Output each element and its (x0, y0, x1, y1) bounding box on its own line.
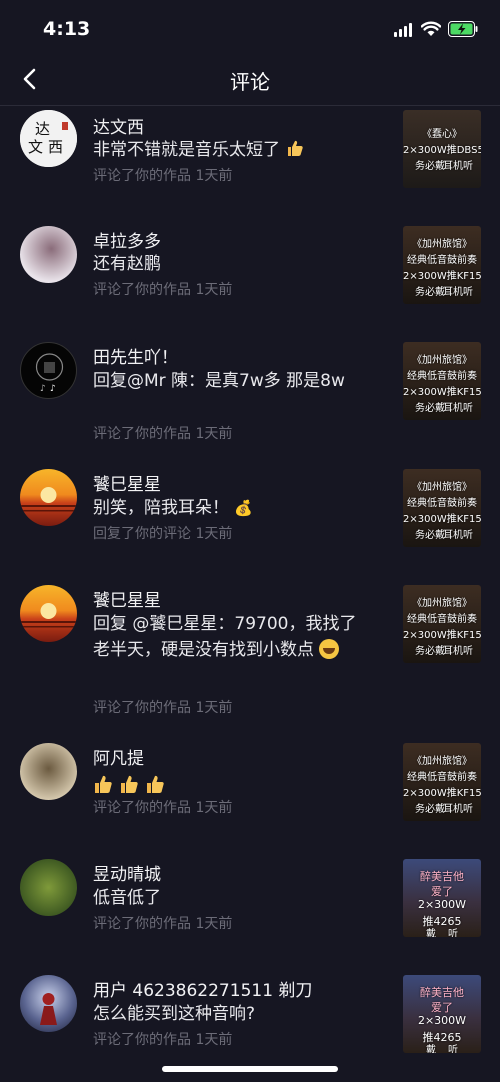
video-thumbnail[interactable]: 《加州旅馆》 经典低音鼓前奏 2×300W推KF1503 务必戴 耳机听 (403, 226, 481, 304)
avatar[interactable] (20, 585, 77, 642)
comment-meta: 评论了你的作品 1天前 (93, 168, 233, 184)
avatar[interactable] (20, 743, 77, 800)
list-item[interactable]: 阿凡提 评论了你的作品 1天前 《加州旅馆》 经典低音鼓前奏 2×300W推KF… (0, 737, 500, 853)
battery-charging-icon (448, 21, 478, 37)
laughing-emoji-icon (319, 639, 340, 659)
comments-screen: 4:13 评论 达 文 西 达文西 非常不错就是音乐太短了 评论了你的作品 1天… (0, 0, 500, 1082)
comment-meta: 评论了你的作品 1天前 (93, 800, 233, 816)
comment-meta: 回复了你的评论 1天前 (93, 526, 233, 542)
list-item[interactable]: 卓拉多多 还有赵鹏 评论了你的作品 1天前 《加州旅馆》 经典低音鼓前奏 2×3… (0, 219, 500, 335)
avatar[interactable]: ♪ ♪ (20, 342, 77, 399)
list-item[interactable]: ♪ ♪ 田先生吖！ 回复@Mr 陳：是真7w多 那是8w 评论了你的作品 1天前… (0, 335, 500, 463)
nav-bar: 评论 (0, 52, 500, 106)
username[interactable]: 达文西 (93, 113, 144, 138)
comment-text: 回复@Mr 陳：是真7w多 那是8w (93, 371, 345, 391)
comment-text: 怎么能买到这种音响? (93, 1004, 256, 1024)
comment-meta: 评论了你的作品 1天前 (93, 700, 233, 716)
video-thumbnail[interactable]: 醉美吉他 爱了 2×300W 推4265 戴 听 (403, 859, 481, 937)
avatar-sunset-image (20, 603, 77, 628)
svg-text:文: 文 (28, 138, 43, 156)
video-thumbnail[interactable]: 《加州旅馆》 经典低音鼓前奏 2×300W推KF1503 务必戴 耳机听 (403, 342, 481, 420)
video-thumbnail[interactable]: 醉美吉他 爱了 2×300W 推4265 戴 听 (403, 975, 481, 1053)
comment-meta: 评论了你的作品 1天前 (93, 916, 233, 932)
status-time: 4:13 (43, 18, 91, 40)
avatar[interactable] (20, 469, 77, 526)
svg-text:西: 西 (48, 138, 63, 156)
home-indicator[interactable] (162, 1066, 338, 1072)
status-bar: 4:13 (0, 0, 500, 52)
username[interactable]: 饕巳星星 (93, 470, 161, 495)
page-title: 评论 (230, 70, 270, 94)
avatar[interactable] (20, 226, 77, 283)
avatar-figure-image (40, 993, 57, 1025)
wifi-icon (421, 21, 441, 36)
thumbs-up-emoji-icon (95, 775, 164, 793)
comment-meta: 评论了你的作品 1天前 (93, 426, 233, 442)
username[interactable]: 阿凡提 (93, 744, 144, 769)
avatar[interactable]: 达 文 西 (20, 110, 77, 167)
svg-text:♪: ♪ (40, 384, 46, 394)
video-thumbnail[interactable]: 《加州旅馆》 经典低音鼓前奏 2×300W推KF1503 务必戴 耳机听 (403, 585, 481, 663)
comment-text: 回复 @饕巳星星：79700，我找了老半天，硬是没有找到小数点 (93, 614, 357, 660)
money-bag-emoji-icon: 💰 (234, 499, 254, 517)
list-item[interactable]: 饕巳星星 别笑，陪我耳朵！ 💰 回复了你的评论 1天前 《加州旅馆》 经典低音鼓… (0, 463, 500, 579)
thumbs-up-emoji-icon (288, 140, 304, 156)
avatar[interactable] (20, 859, 77, 916)
list-item[interactable]: 昱动晴城 低音低了 评论了你的作品 1天前 醉美吉他 爱了 2×300W 推42… (0, 853, 500, 969)
comment-text: 低音低了 (93, 888, 161, 908)
video-thumbnail[interactable]: 《蠢心》 2×300W推DBS51 务必戴 耳机听 (403, 110, 481, 188)
svg-text:♪: ♪ (50, 384, 56, 394)
username[interactable]: 用户 4623862271511 剃刀 (93, 976, 312, 1001)
avatar-calligraphy-image: 达 文 西 (20, 110, 77, 167)
comment-text: 还有赵鹏 (93, 254, 161, 274)
cellular-signal-icon (394, 23, 414, 37)
list-item[interactable]: 达 文 西 达文西 非常不错就是音乐太短了 评论了你的作品 1天前 《蠢心》 2… (0, 107, 500, 219)
svg-text:达: 达 (35, 120, 50, 138)
comment-meta: 评论了你的作品 1天前 (93, 282, 233, 298)
avatar-sunset-image (20, 487, 77, 512)
username[interactable]: 昱动晴城 (93, 860, 161, 885)
comment-meta: 评论了你的作品 1天前 (93, 1032, 233, 1048)
comment-text: 别笑，陪我耳朵！ 💰 (93, 498, 254, 518)
list-item[interactable]: 饕巳星星 回复 @饕巳星星：79700，我找了老半天，硬是没有找到小数点 评论了… (0, 579, 500, 737)
username[interactable]: 卓拉多多 (93, 227, 161, 252)
comment-text: 非常不错就是音乐太短了 (93, 137, 363, 163)
video-thumbnail[interactable]: 《加州旅馆》 经典低音鼓前奏 2×300W推KF1503 务必戴 耳机听 (403, 743, 481, 821)
video-thumbnail[interactable]: 《加州旅馆》 经典低音鼓前奏 2×300W推KF1503 务必戴 耳机听 (403, 469, 481, 547)
avatar[interactable] (20, 975, 77, 1032)
username[interactable]: 田先生吖！ (93, 343, 178, 368)
username[interactable]: 饕巳星星 (93, 586, 161, 611)
avatar-logo-image: ♪ ♪ (35, 353, 64, 394)
